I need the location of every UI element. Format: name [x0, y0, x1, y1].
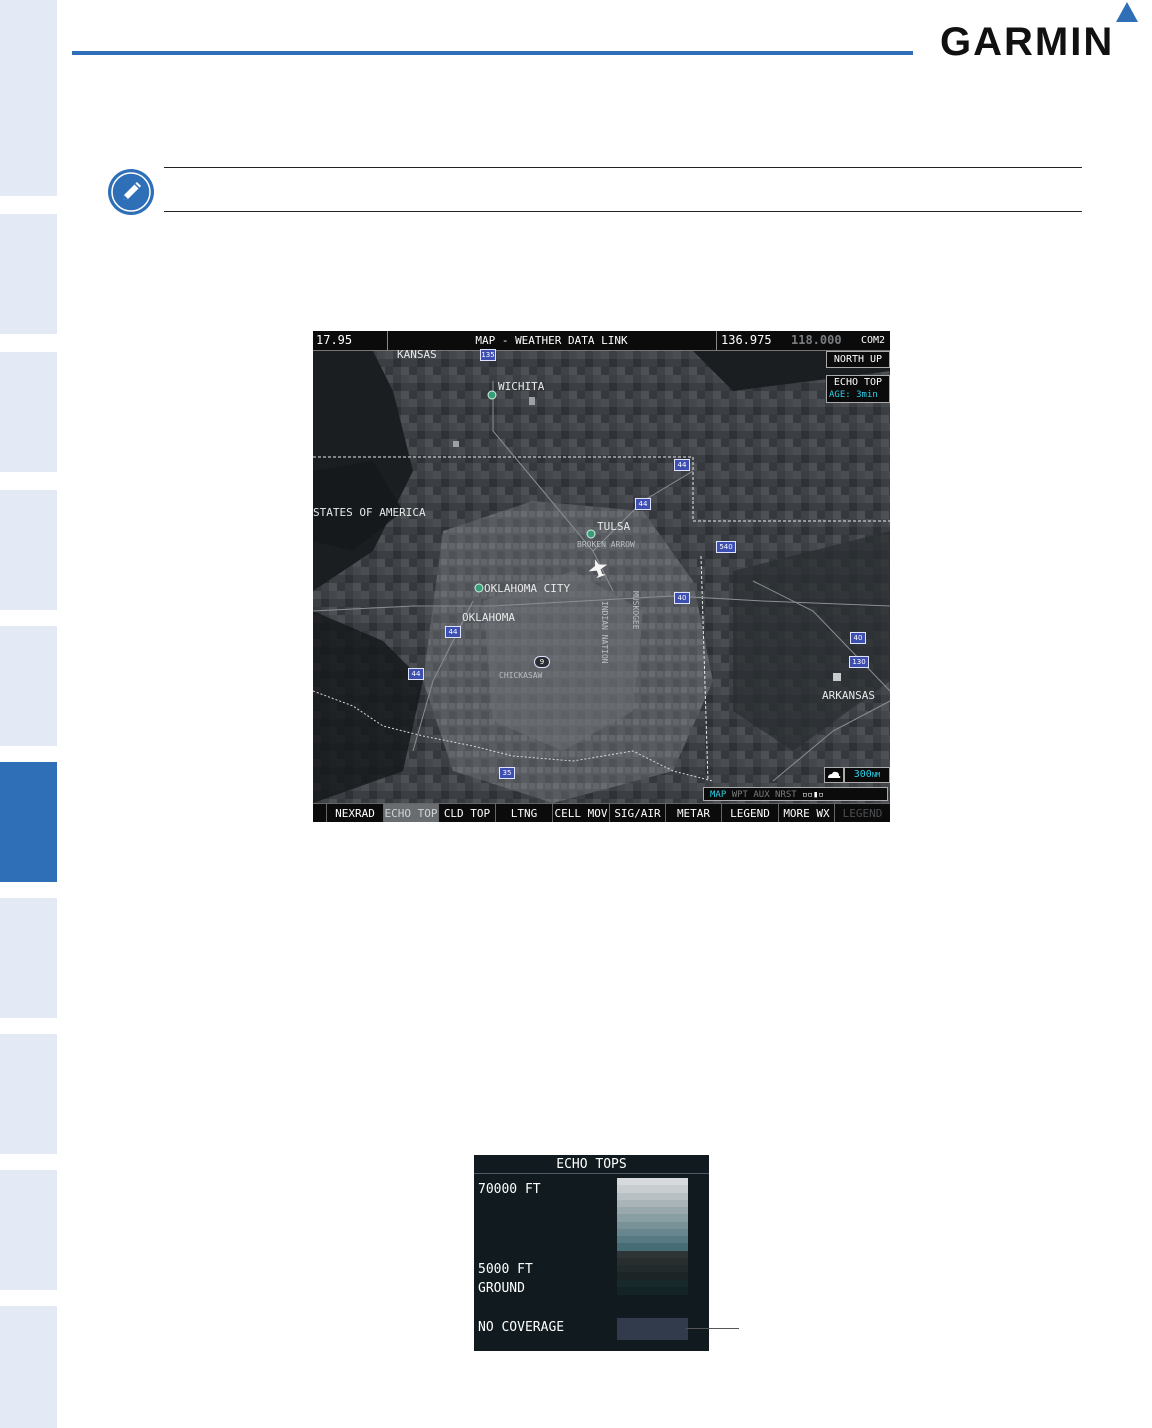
- interstate-shield: 44: [408, 668, 424, 680]
- map-label-chickasaw: CHICKASAW: [499, 671, 543, 680]
- legend-no-coverage-label: NO COVERAGE: [478, 1320, 565, 1335]
- chapter-tab[interactable]: [0, 1170, 57, 1290]
- interstate-shield: 40: [674, 592, 690, 604]
- softkey-nexrad[interactable]: NEXRAD: [327, 804, 384, 822]
- map-label-arkansas: ARKANSAS: [822, 689, 875, 702]
- weather-cloud-icon: [824, 767, 844, 783]
- interstate-shield: 40: [850, 632, 866, 644]
- legend-ground-label: GROUND: [478, 1281, 525, 1296]
- range-value: 300: [853, 769, 872, 780]
- map-label-indian-nation: INDIAN NATION: [600, 601, 609, 664]
- map-range[interactable]: 300NM: [844, 767, 890, 783]
- page-group-active: MAP: [710, 790, 727, 800]
- interstate-shield: 44: [635, 498, 651, 510]
- chapter-tab[interactable]: [0, 1306, 57, 1428]
- page-group-indicator: MAP WPT AUX NRST ▫▫▮▫: [703, 787, 888, 801]
- interstate-shield: 540: [716, 541, 736, 553]
- com-active-frequency: 136.975: [721, 333, 772, 347]
- chapter-tab[interactable]: [0, 490, 57, 610]
- product-label: ECHO TOP: [833, 377, 883, 388]
- softkey-bar: NEXRAD ECHO TOP CLD TOP LTNG CELL MOV SI…: [313, 803, 890, 822]
- weather-map[interactable]: KANSAS WICHITA STATES OF AMERICA TULSA B…: [313, 348, 890, 803]
- chapter-tabs: [0, 0, 57, 1428]
- interstate-shield: 35: [499, 767, 515, 779]
- mfd-screenshot: 17.95 MAP - WEATHER DATA LINK 136.975 11…: [313, 331, 890, 822]
- legend-title: ECHO TOPS: [556, 1157, 627, 1172]
- legend-title-rule: [474, 1173, 709, 1174]
- map-label-states: STATES OF AMERICA: [313, 506, 426, 519]
- map-label-muskogee: MUSKOGEE: [631, 591, 640, 630]
- softkey-echo-top[interactable]: ECHO TOP: [384, 804, 439, 822]
- map-label-tulsa: TULSA: [597, 520, 631, 533]
- header-rule: [72, 51, 913, 55]
- interstate-shield: 44: [674, 459, 690, 471]
- page-group-others: WPT AUX NRST: [731, 790, 797, 800]
- legend-low-label: 5000 FT: [478, 1262, 533, 1277]
- chapter-tab[interactable]: [0, 626, 57, 746]
- softkey-legend-dim[interactable]: LEGEND: [835, 804, 890, 822]
- map-label-okc: OKLAHOMA CITY: [484, 582, 571, 595]
- legend-top-label: 70000 FT: [478, 1182, 541, 1197]
- product-age: AGE: 3min: [827, 389, 889, 401]
- range-unit: NM: [871, 771, 881, 779]
- chapter-tab[interactable]: [0, 214, 57, 334]
- chapter-tab[interactable]: [0, 898, 57, 1018]
- logo-triangle-icon: [1116, 2, 1138, 22]
- note-top-rule: [164, 167, 1082, 168]
- interstate-shield: 130: [849, 656, 869, 668]
- wichita-marker: [487, 390, 497, 400]
- product-status-box: ECHO TOP AGE: 3min: [826, 375, 890, 403]
- softkey-ltng[interactable]: LTNG: [496, 804, 553, 822]
- map-label-oklahoma: OKLAHOMA: [462, 611, 515, 624]
- callout-leader-line: [686, 1328, 739, 1329]
- softkey-more-wx[interactable]: MORE WX: [779, 804, 835, 822]
- chapter-tab[interactable]: [0, 1034, 57, 1154]
- softkey-sig-air[interactable]: SIG/AIR: [610, 804, 666, 822]
- tulsa-marker: [586, 529, 596, 539]
- chapter-tab-active[interactable]: [0, 762, 57, 882]
- softkey-blank[interactable]: [313, 804, 327, 822]
- softkey-cld-top[interactable]: CLD TOP: [439, 804, 496, 822]
- brand-name: GARMIN: [940, 20, 1115, 64]
- orientation-button[interactable]: NORTH UP: [826, 351, 890, 368]
- age-value: 3min: [856, 390, 878, 400]
- interstate-shield: 135: [480, 349, 496, 361]
- age-label: AGE:: [829, 390, 851, 400]
- com-label: COM2: [861, 335, 886, 346]
- map-canvas: [313, 351, 890, 803]
- echo-tops-legend: ECHO TOPS 70000 FT 5000 FT GROUND NO COV…: [474, 1155, 709, 1351]
- softkey-legend[interactable]: LEGEND: [722, 804, 779, 822]
- legend-no-coverage-swatch: [617, 1318, 688, 1340]
- softkey-cell-mov[interactable]: CELL MOV: [553, 804, 610, 822]
- com-standby-frequency: 118.000: [791, 333, 842, 347]
- chapter-tab[interactable]: [0, 0, 57, 196]
- state-route-shield: 9: [534, 656, 550, 668]
- note-bottom-rule: [164, 211, 1082, 212]
- chapter-tab[interactable]: [0, 352, 57, 472]
- map-label-broken-arrow: BROKEN ARROW: [577, 540, 635, 549]
- softkey-metar[interactable]: METAR: [666, 804, 722, 822]
- legend-scale-step: [617, 1286, 688, 1295]
- map-label-wichita: WICHITA: [498, 380, 545, 393]
- interstate-shield: 44: [445, 626, 461, 638]
- garmin-logo: GARMIN: [940, 0, 1145, 64]
- map-label-kansas: KANSAS: [397, 348, 437, 361]
- note-pencil-icon: [108, 169, 154, 215]
- page-indicator-icon: ▫▫▮▫: [802, 790, 824, 800]
- nav-frequency: 17.95: [316, 333, 353, 347]
- okc-marker: [474, 583, 484, 593]
